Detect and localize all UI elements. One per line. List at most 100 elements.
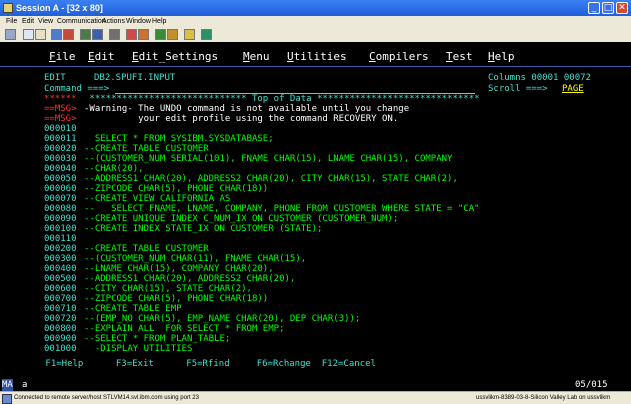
ispf-menu-help[interactable]: Help xyxy=(488,50,515,64)
line-number[interactable]: 000720 xyxy=(44,314,77,324)
line-number[interactable]: 000090 xyxy=(44,214,77,224)
line-number[interactable]: 000400 xyxy=(44,264,77,274)
ispf-menu-file[interactable]: File xyxy=(49,50,76,64)
record-icon[interactable] xyxy=(126,29,137,40)
menu-communication[interactable]: Communication xyxy=(57,16,106,27)
line-number[interactable]: 000710 xyxy=(44,304,77,314)
source-line-text[interactable]: --CREATE VIEW CALIFORNIA AS xyxy=(84,194,230,204)
oia-indicator: MA xyxy=(2,379,13,391)
source-line-text[interactable]: --(CUSTOMER_NUM CHAR(11), FNAME CHAR(15)… xyxy=(84,254,306,264)
stop-icon[interactable] xyxy=(138,29,149,40)
receive-icon[interactable] xyxy=(63,29,74,40)
toolbar xyxy=(0,27,631,43)
menu-view[interactable]: View xyxy=(38,16,53,27)
top-of-data: ***************************** Top of Dat… xyxy=(84,94,480,104)
ispf-menu-edit[interactable]: Edit xyxy=(88,50,115,64)
line-number[interactable]: 000600 xyxy=(44,284,77,294)
line-number[interactable]: 000010 xyxy=(44,124,77,134)
line-number[interactable]: 000040 xyxy=(44,164,77,174)
display-icon[interactable] xyxy=(80,29,91,40)
app-icon xyxy=(3,3,13,13)
edit-label: EDIT xyxy=(44,73,66,83)
close-button[interactable]: ✕ xyxy=(616,2,628,14)
color-icon[interactable] xyxy=(92,29,103,40)
menu-help[interactable]: Help xyxy=(152,16,166,27)
print-icon[interactable] xyxy=(5,29,16,40)
line-number[interactable]: 000050 xyxy=(44,174,77,184)
line-number[interactable]: 000100 xyxy=(44,224,77,234)
dataset-name: DB2.SPUFI.INPUT xyxy=(94,73,176,83)
line-number[interactable]: 000800 xyxy=(44,324,77,334)
source-line-text[interactable]: --CREATE INDEX STATE_IX ON CUSTOMER (STA… xyxy=(84,224,322,234)
line-number[interactable]: 000060 xyxy=(44,184,77,194)
line-number[interactable]: 000900 xyxy=(44,334,77,344)
ispf-menu-menu[interactable]: Menu xyxy=(243,50,270,64)
source-line-text[interactable]: --CREATE UNIQUE INDEX C_NUM_IX ON CUSTOM… xyxy=(84,214,398,224)
source-line-text[interactable]: -- SELECT FNAME, LNAME, COMPANY, PHONE F… xyxy=(84,204,480,214)
oia-line: MA a 05/015 xyxy=(0,379,631,391)
menu-edit[interactable]: Edit xyxy=(22,16,34,27)
source-line-text[interactable]: --LNAME CHAR(15), COMPANY CHAR(20), xyxy=(84,264,274,274)
scroll-amount-field[interactable]: PAGE xyxy=(562,84,584,94)
function-keys: F1=Help F3=Exit F5=Rfind F6=Rchange F12=… xyxy=(40,359,376,369)
source-line-text[interactable]: --CHAR(20), xyxy=(84,164,144,174)
map-icon[interactable] xyxy=(109,29,120,40)
play-icon[interactable] xyxy=(155,29,166,40)
source-line-text[interactable]: --CREATE TABLE CUSTOMER xyxy=(84,144,209,154)
line-number[interactable]: 000700 xyxy=(44,294,77,304)
menu-actions[interactable]: Actions xyxy=(102,16,125,27)
source-line-text[interactable]: -DISPLAY UTILITIES xyxy=(84,344,193,354)
source-line-text[interactable]: --SELECT * FROM PLAN_TABLE; xyxy=(84,334,230,344)
line-number[interactable]: 000300 xyxy=(44,254,77,264)
window-titlebar: Session A - [32 x 80] _ □ ✕ xyxy=(0,0,631,16)
line-number[interactable]: 000080 xyxy=(44,204,77,214)
menu-window[interactable]: Window xyxy=(126,16,151,27)
source-line-text[interactable]: --CITY CHAR(15), STATE CHAR(2), xyxy=(84,284,252,294)
msg-prefix-2: ==MSG> xyxy=(44,114,77,124)
source-line-text[interactable]: --ZIPCODE CHAR(5), PHONE CHAR(18)) xyxy=(84,294,268,304)
paste-icon[interactable] xyxy=(35,29,46,40)
line-number[interactable]: 000011 xyxy=(44,134,77,144)
source-line-text[interactable]: --EXPLAIN ALL FOR SELECT * FROM EMP; xyxy=(84,324,284,334)
line-number[interactable]: 000200 xyxy=(44,244,77,254)
ispf-menu-utilities[interactable]: Utilities xyxy=(287,50,347,64)
status-area: MA a 05/015 Connected to remote server/h… xyxy=(0,379,631,404)
index-icon[interactable] xyxy=(201,29,212,40)
terminal-screen[interactable]: File Edit Edit_Settings Menu Utilities C… xyxy=(0,42,631,379)
source-line-text[interactable]: --ADDRESS1 CHAR(20), ADDRESS2 CHAR(20), … xyxy=(84,174,458,184)
line-number[interactable]: 000030 xyxy=(44,154,77,164)
cursor-position: 05/015 xyxy=(575,380,608,390)
server-status: ussvlikm-8389-03-8-Silicon Valley Lab on… xyxy=(476,395,611,401)
menu-file[interactable]: File xyxy=(6,16,17,27)
source-line-text[interactable]: --ADDRESS1 CHAR(20), ADDRESS2 CHAR(20), xyxy=(84,274,295,284)
macro-icon[interactable] xyxy=(167,29,178,40)
line-number[interactable]: 000110 xyxy=(44,234,77,244)
oia-session: a xyxy=(22,380,28,390)
ispf-menu-test[interactable]: Test xyxy=(446,50,473,64)
support-icon[interactable] xyxy=(184,29,195,40)
line-number[interactable]: 000020 xyxy=(44,144,77,154)
source-line-text[interactable]: --(CUSTOMER_NUM SERIAL(101), FNAME CHAR(… xyxy=(84,154,452,164)
minimize-button[interactable]: _ xyxy=(588,2,600,14)
maximize-button[interactable]: □ xyxy=(602,2,614,14)
source-line-text[interactable]: --CREATE TABLE CUSTOMER xyxy=(84,244,209,254)
command-input[interactable] xyxy=(115,84,475,94)
source-line-text[interactable]: --ZIPCODE CHAR(5), PHONE CHAR(18)) xyxy=(84,184,268,194)
command-label: Command ===> xyxy=(44,84,110,94)
columns-label: Columns 00001 00072 xyxy=(488,73,591,83)
send-icon[interactable] xyxy=(51,29,62,40)
msg-text-1: -Warning- The UNDO command is not availa… xyxy=(84,104,410,114)
line-number[interactable]: 000070 xyxy=(44,194,77,204)
source-line-text[interactable]: --CREATE TABLE EMP xyxy=(84,304,182,314)
menubar: File Edit View Communication Actions Win… xyxy=(0,16,631,27)
connection-bar: Connected to remote server/host STLVM14.… xyxy=(0,391,631,404)
source-line-text[interactable]: --(EMP_NO CHAR(5), EMP_NAME CHAR(20), DE… xyxy=(84,314,360,324)
window-title: Session A - [32 x 80] xyxy=(16,3,103,13)
line-number[interactable]: 001000 xyxy=(44,344,77,354)
copy-icon[interactable] xyxy=(23,29,34,40)
source-line-text[interactable]: SELECT * FROM SYSIBM.SYSDATABASE; xyxy=(84,134,274,144)
ispf-menu-edit-settings[interactable]: Edit_Settings xyxy=(132,50,218,64)
ispf-menu-compilers[interactable]: Compilers xyxy=(369,50,429,64)
msg-prefix-1: ==MSG> xyxy=(44,104,77,114)
line-number[interactable]: 000500 xyxy=(44,274,77,284)
